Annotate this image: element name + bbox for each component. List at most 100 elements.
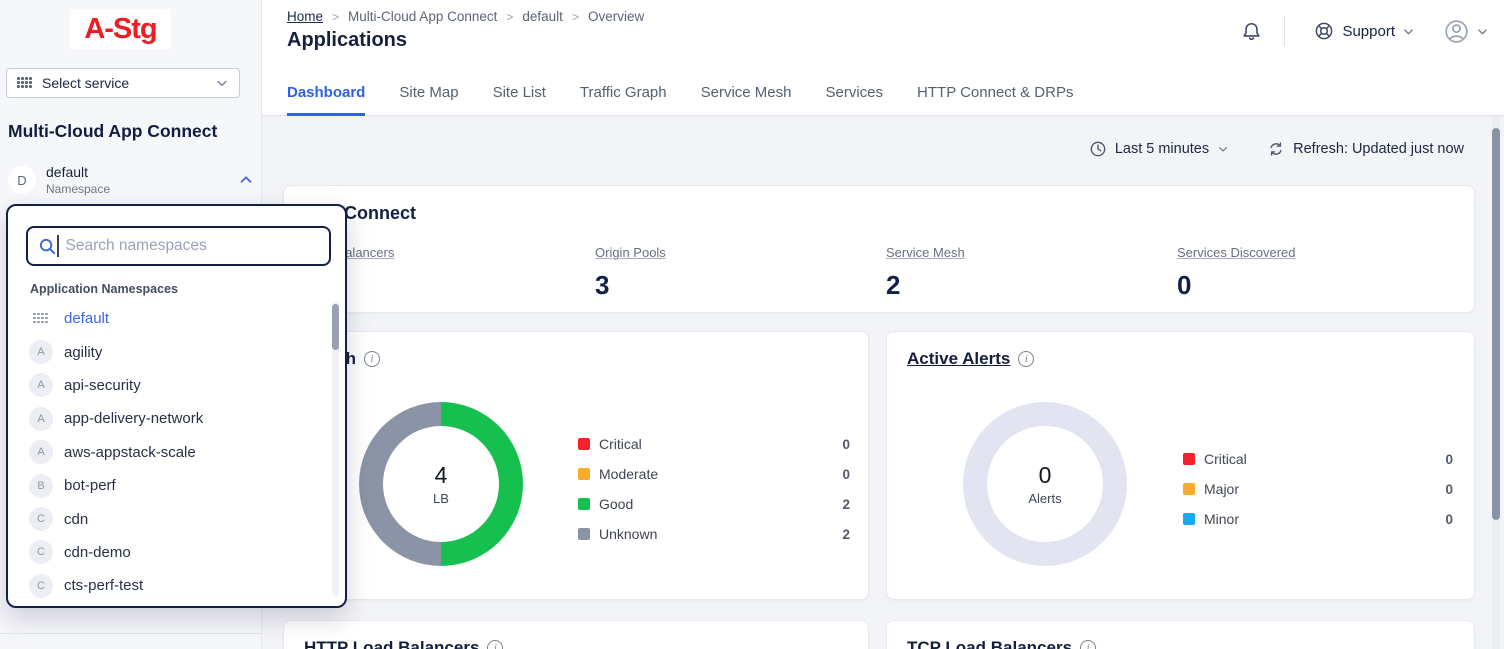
namespace-item-label: cts-perf-test xyxy=(64,577,143,594)
legend-row-unknown[interactable]: Unknown 2 xyxy=(578,519,850,549)
legend-label: Critical xyxy=(599,436,642,452)
active-alerts-title-link[interactable]: Active Alerts xyxy=(907,349,1010,369)
namespace-initial-badge: A xyxy=(29,340,53,364)
support-menu[interactable]: Support xyxy=(1314,21,1415,41)
namespace-item-cdn-demo[interactable]: C cdn-demo xyxy=(8,536,345,569)
namespace-avatar: D xyxy=(8,166,36,194)
namespace-initial-badge: A xyxy=(29,407,53,431)
stat-label-link[interactable]: Origin Pools xyxy=(595,245,666,260)
alerts-donut-chart: 0 Alerts xyxy=(963,402,1127,566)
namespace-item-label: default xyxy=(64,310,109,327)
search-icon xyxy=(38,237,57,256)
stat-value: 0 xyxy=(1177,270,1468,301)
namespace-search-box[interactable] xyxy=(26,226,331,266)
alerts-donut-value: 0 xyxy=(1039,462,1052,489)
tab-dashboard[interactable]: Dashboard xyxy=(287,84,365,116)
legend-value: 0 xyxy=(1445,512,1453,527)
chevron-up-icon xyxy=(238,172,254,188)
breadcrumb-item[interactable]: Overview xyxy=(588,9,644,24)
tab-service-mesh[interactable]: Service Mesh xyxy=(701,84,792,116)
stat-services-discovered: Services Discovered 0 xyxy=(1177,244,1468,301)
tab-site-list[interactable]: Site List xyxy=(493,84,546,116)
tab-traffic-graph[interactable]: Traffic Graph xyxy=(580,84,667,116)
legend-swatch xyxy=(1183,483,1195,495)
time-range-selector[interactable]: Last 5 minutes xyxy=(1089,140,1229,158)
legend-row-moderate[interactable]: Moderate 0 xyxy=(578,459,850,489)
page-scrollbar-thumb[interactable] xyxy=(1492,128,1500,520)
tab-bar: Dashboard Site Map Site List Traffic Gra… xyxy=(287,84,1073,116)
legend-row-major[interactable]: Major 0 xyxy=(1183,474,1453,504)
legend-value: 0 xyxy=(842,467,850,482)
breadcrumb-item[interactable]: Multi-Cloud App Connect xyxy=(348,9,497,24)
legend-swatch xyxy=(578,498,590,510)
legend-swatch xyxy=(578,468,590,480)
breadcrumb-home-link[interactable]: Home xyxy=(287,9,323,24)
namespace-initial-badge: C xyxy=(29,540,53,564)
stat-value: 2 xyxy=(886,270,1177,301)
namespace-item-label: api-security xyxy=(64,377,141,394)
info-icon[interactable]: i xyxy=(364,351,380,367)
dropdown-scrollbar-track xyxy=(332,302,339,596)
legend-row-minor[interactable]: Minor 0 xyxy=(1183,504,1453,534)
brand-logo[interactable]: A-Stg xyxy=(70,9,171,49)
legend-swatch xyxy=(578,438,590,450)
topbar-actions: Support xyxy=(1241,14,1489,48)
health-donut-value: 4 xyxy=(435,462,448,489)
clock-icon xyxy=(1089,140,1107,158)
apps-grid-icon xyxy=(17,77,33,89)
tcp-lb-title[interactable]: TCP Load Balancers xyxy=(907,638,1072,649)
namespace-search-input[interactable] xyxy=(66,237,320,255)
namespace-item-cts-perf-test[interactable]: C cts-perf-test xyxy=(8,569,345,602)
legend-value: 2 xyxy=(842,527,850,542)
refresh-control[interactable]: Refresh: Updated just now xyxy=(1267,140,1464,158)
legend-label: Moderate xyxy=(599,466,658,482)
tab-http-connect-drps[interactable]: HTTP Connect & DRPs xyxy=(917,84,1073,116)
health-donut-label: LB xyxy=(433,491,449,506)
namespace-selector[interactable]: D default Namespace xyxy=(8,163,254,197)
chevron-down-icon xyxy=(1476,25,1489,38)
namespace-initial-badge: A xyxy=(29,440,53,464)
page-scrollbar-track xyxy=(1492,116,1500,649)
notifications-bell-icon[interactable] xyxy=(1241,21,1262,42)
info-icon[interactable]: i xyxy=(487,640,503,649)
dropdown-scrollbar-thumb[interactable] xyxy=(332,304,339,350)
tab-site-map[interactable]: Site Map xyxy=(399,84,458,116)
namespace-item-agility[interactable]: A agility xyxy=(8,335,345,368)
namespace-sublabel: Namespace xyxy=(46,182,238,196)
namespace-item-label: cdn xyxy=(64,511,88,528)
namespace-item-aws-appstack-scale[interactable]: A aws-appstack-scale xyxy=(8,436,345,469)
breadcrumb-item[interactable]: default xyxy=(522,9,563,24)
support-label: Support xyxy=(1342,23,1395,40)
legend-label: Unknown xyxy=(599,526,657,542)
select-service-label: Select service xyxy=(42,75,215,91)
namespace-initial-badge: C xyxy=(29,574,53,598)
tab-services[interactable]: Services xyxy=(826,84,884,116)
legend-swatch xyxy=(1183,453,1195,465)
namespace-item-default[interactable]: default xyxy=(8,302,345,335)
info-icon[interactable]: i xyxy=(1080,640,1096,649)
account-menu[interactable] xyxy=(1443,18,1489,45)
tcp-load-balancers-card: TCP Load Balancers i xyxy=(886,620,1475,649)
info-icon[interactable]: i xyxy=(1018,351,1034,367)
refresh-label: Refresh: Updated just now xyxy=(1293,141,1464,157)
namespace-item-label: app-delivery-network xyxy=(64,410,203,427)
select-service-dropdown[interactable]: Select service xyxy=(6,68,240,98)
namespace-initial-badge: B xyxy=(29,474,53,498)
legend-row-good[interactable]: Good 2 xyxy=(578,489,850,519)
apps-grid-icon xyxy=(33,313,49,325)
health-legend: Critical 0 Moderate 0 Good 2 Unknown 2 xyxy=(578,429,850,549)
support-lifebuoy-icon xyxy=(1314,21,1334,41)
legend-row-critical[interactable]: Critical 0 xyxy=(1183,444,1453,474)
namespace-item-cdn[interactable]: C cdn xyxy=(8,502,345,535)
stat-label-link[interactable]: Services Discovered xyxy=(1177,245,1296,260)
http-lb-title[interactable]: HTTP Load Balancers xyxy=(304,638,479,649)
namespace-item-bot-perf[interactable]: B bot-perf xyxy=(8,469,345,502)
namespace-item-api-security[interactable]: A api-security xyxy=(8,369,345,402)
main-header: Home > Multi-Cloud App Connect > default… xyxy=(262,0,1504,116)
namespace-item-app-delivery-network[interactable]: A app-delivery-network xyxy=(8,402,345,435)
legend-row-critical[interactable]: Critical 0 xyxy=(578,429,850,459)
health-donut-chart: 4 LB xyxy=(359,402,523,566)
health-card: Health i 4 LB Critical 0 Moderate 0 Good xyxy=(283,331,869,600)
stat-label-link[interactable]: Service Mesh xyxy=(886,245,965,260)
legend-label: Good xyxy=(599,496,633,512)
